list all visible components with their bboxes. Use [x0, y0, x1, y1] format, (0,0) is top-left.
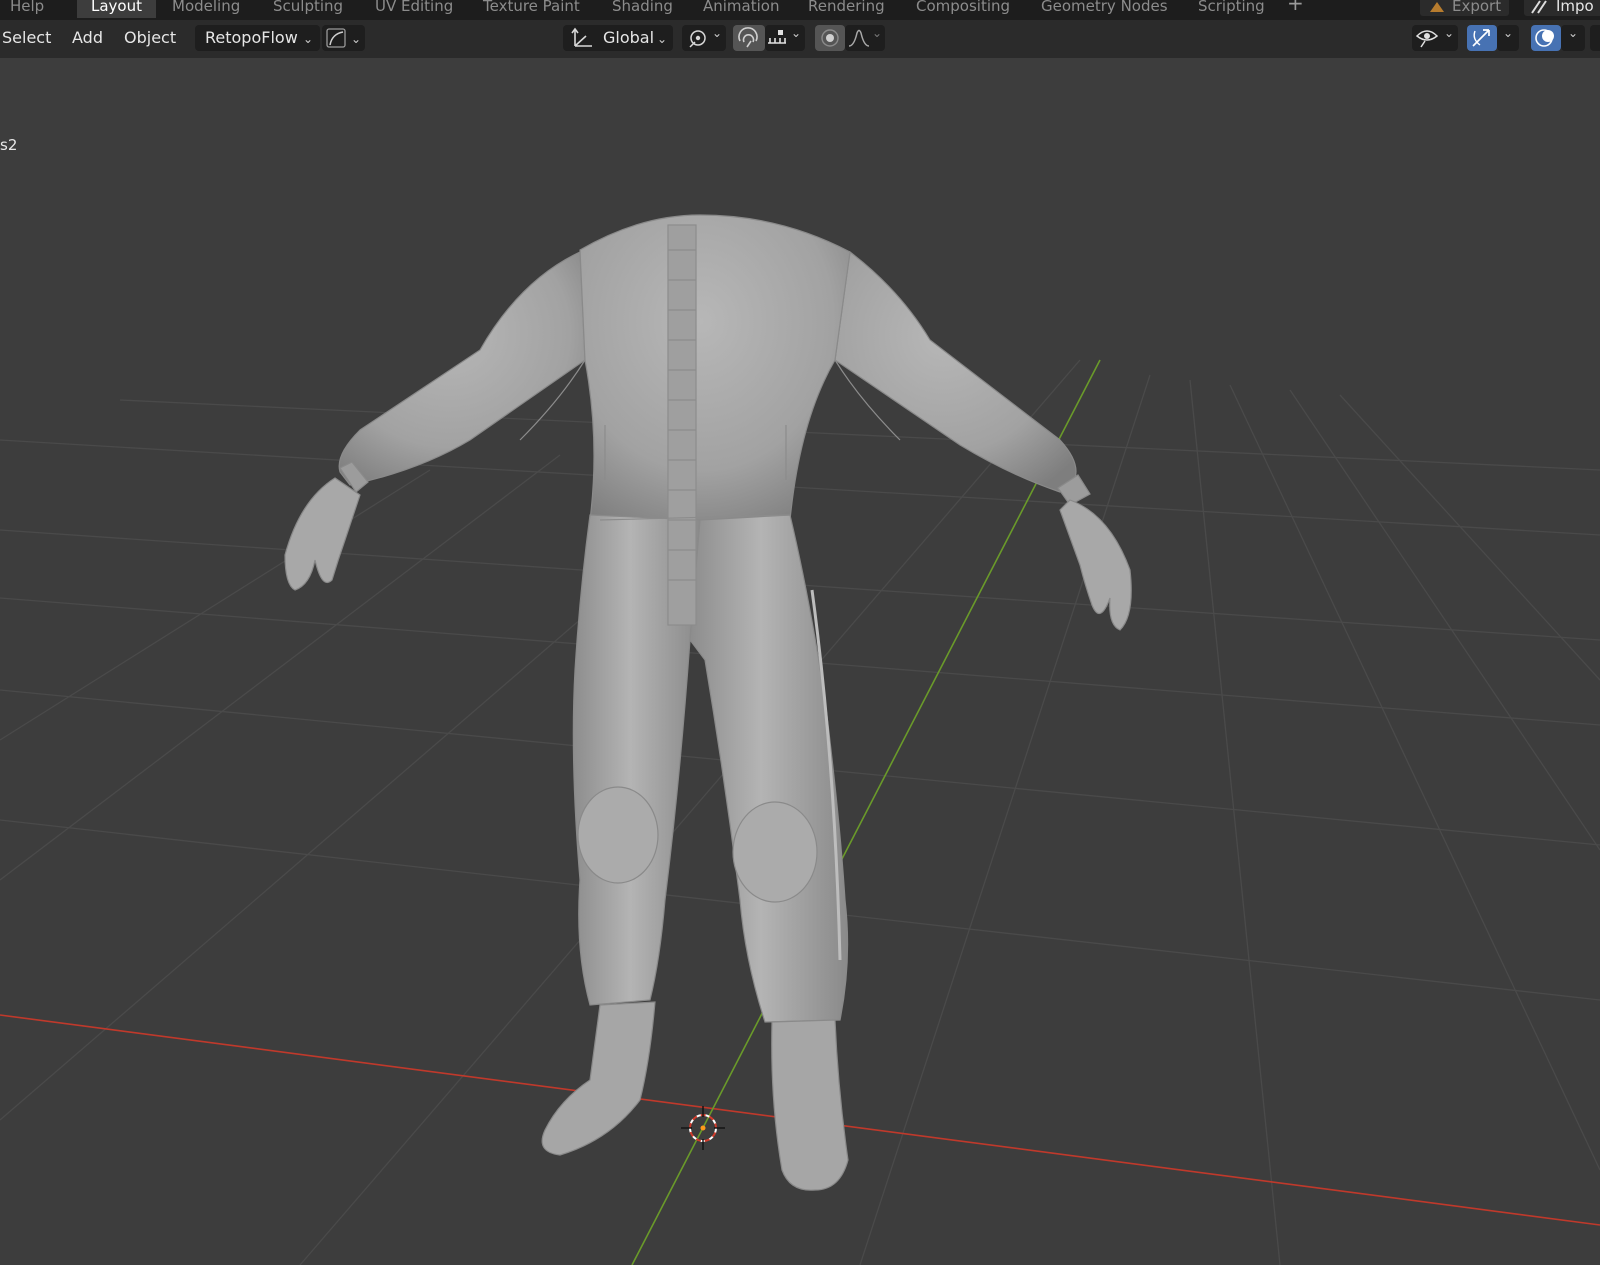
falloff-curve-icon — [848, 29, 870, 47]
gizmo-dropdown[interactable]: ⌄ — [1497, 25, 1519, 51]
visibility-eye-icon — [1415, 30, 1439, 48]
chevron-down-icon: ⌄ — [1503, 26, 1514, 40]
falloff-dropdown[interactable]: ⌄ — [845, 25, 885, 51]
visibility-dropdown[interactable]: ⌄ — [1412, 25, 1458, 51]
snap-toggle[interactable] — [733, 25, 765, 51]
select-menu[interactable]: Select — [2, 28, 51, 47]
curve-tool-icon — [326, 28, 346, 48]
viewport-header: Select Add Object RetopoFlow ⌄ ⌄ Global … — [0, 20, 1600, 58]
object-menu[interactable]: Object — [124, 28, 176, 47]
overlay-dropdown[interactable]: ⌄ — [1561, 25, 1585, 51]
tab-rendering[interactable]: Rendering — [808, 0, 885, 18]
tab-animation[interactable]: Animation — [703, 0, 779, 18]
import-label: Impo — [1556, 0, 1594, 15]
gizmo-icon — [1472, 29, 1490, 47]
add-workspace-button[interactable]: + — [1287, 0, 1304, 15]
tab-layout[interactable]: Layout — [77, 0, 156, 18]
tab-geometry-nodes[interactable]: Geometry Nodes — [1041, 0, 1168, 18]
import-button[interactable]: Impo — [1524, 0, 1600, 16]
chevron-down-icon: ⌄ — [351, 32, 362, 46]
tab-uv-editing[interactable]: UV Editing — [375, 0, 453, 18]
chevron-down-icon: ⌄ — [1444, 26, 1455, 40]
export-label: Export — [1452, 0, 1502, 15]
chevron-down-icon: ⌄ — [303, 32, 314, 46]
object-name-label: s2 — [0, 136, 18, 154]
overlay-icon — [1535, 29, 1554, 47]
3d-viewport[interactable]: s2 — [0, 58, 1600, 1265]
gizmo-toggle[interactable] — [1467, 25, 1497, 51]
chevron-down-icon: ⌄ — [791, 26, 802, 40]
tab-compositing[interactable]: Compositing — [916, 0, 1010, 18]
export-button[interactable]: Export — [1420, 0, 1510, 16]
tab-shading[interactable]: Shading — [612, 0, 673, 18]
transform-orientation-icon — [571, 27, 592, 47]
jumpsuit-mesh — [284, 214, 1132, 1191]
proportional-editing-toggle[interactable] — [815, 25, 845, 51]
chevron-down-icon: ⌄ — [872, 26, 883, 40]
snap-magnet-icon — [738, 27, 758, 48]
import-icon — [1531, 0, 1547, 14]
retopoflow-options-dropdown[interactable]: ⌄ — [322, 25, 365, 51]
pivot-point-icon — [689, 30, 706, 48]
chevron-down-icon: ⌄ — [712, 26, 723, 40]
xray-toggle[interactable] — [1590, 25, 1600, 51]
add-menu[interactable]: Add — [72, 28, 103, 47]
tab-texture-paint[interactable]: Texture Paint — [483, 0, 580, 18]
tab-sculpting[interactable]: Sculpting — [273, 0, 343, 18]
3d-cursor — [681, 1106, 725, 1150]
help-menu[interactable]: Help — [10, 0, 44, 18]
proportional-editing-icon — [821, 29, 839, 47]
overlay-toggle[interactable] — [1531, 25, 1561, 51]
transform-orientation-label: Global — [603, 28, 655, 47]
snap-target-dropdown[interactable]: ⌄ — [765, 25, 805, 51]
tab-modeling[interactable]: Modeling — [172, 0, 240, 18]
chevron-down-icon: ⌄ — [1568, 26, 1579, 40]
export-icon — [1430, 2, 1444, 12]
snap-increment-icon — [768, 30, 786, 44]
tab-scripting[interactable]: Scripting — [1198, 0, 1265, 18]
chevron-down-icon: ⌄ — [657, 32, 668, 46]
viewport-canvas — [0, 214, 1600, 1265]
pivot-point-dropdown[interactable]: ⌄ — [682, 25, 726, 51]
retopoflow-label: RetopoFlow — [205, 28, 298, 47]
retopoflow-dropdown[interactable]: RetopoFlow ⌄ — [195, 25, 320, 51]
transform-orientation-dropdown[interactable]: Global ⌄ — [563, 25, 673, 51]
workspace-tab-bar: Help Layout Modeling Sculpting UV Editin… — [0, 0, 1600, 20]
